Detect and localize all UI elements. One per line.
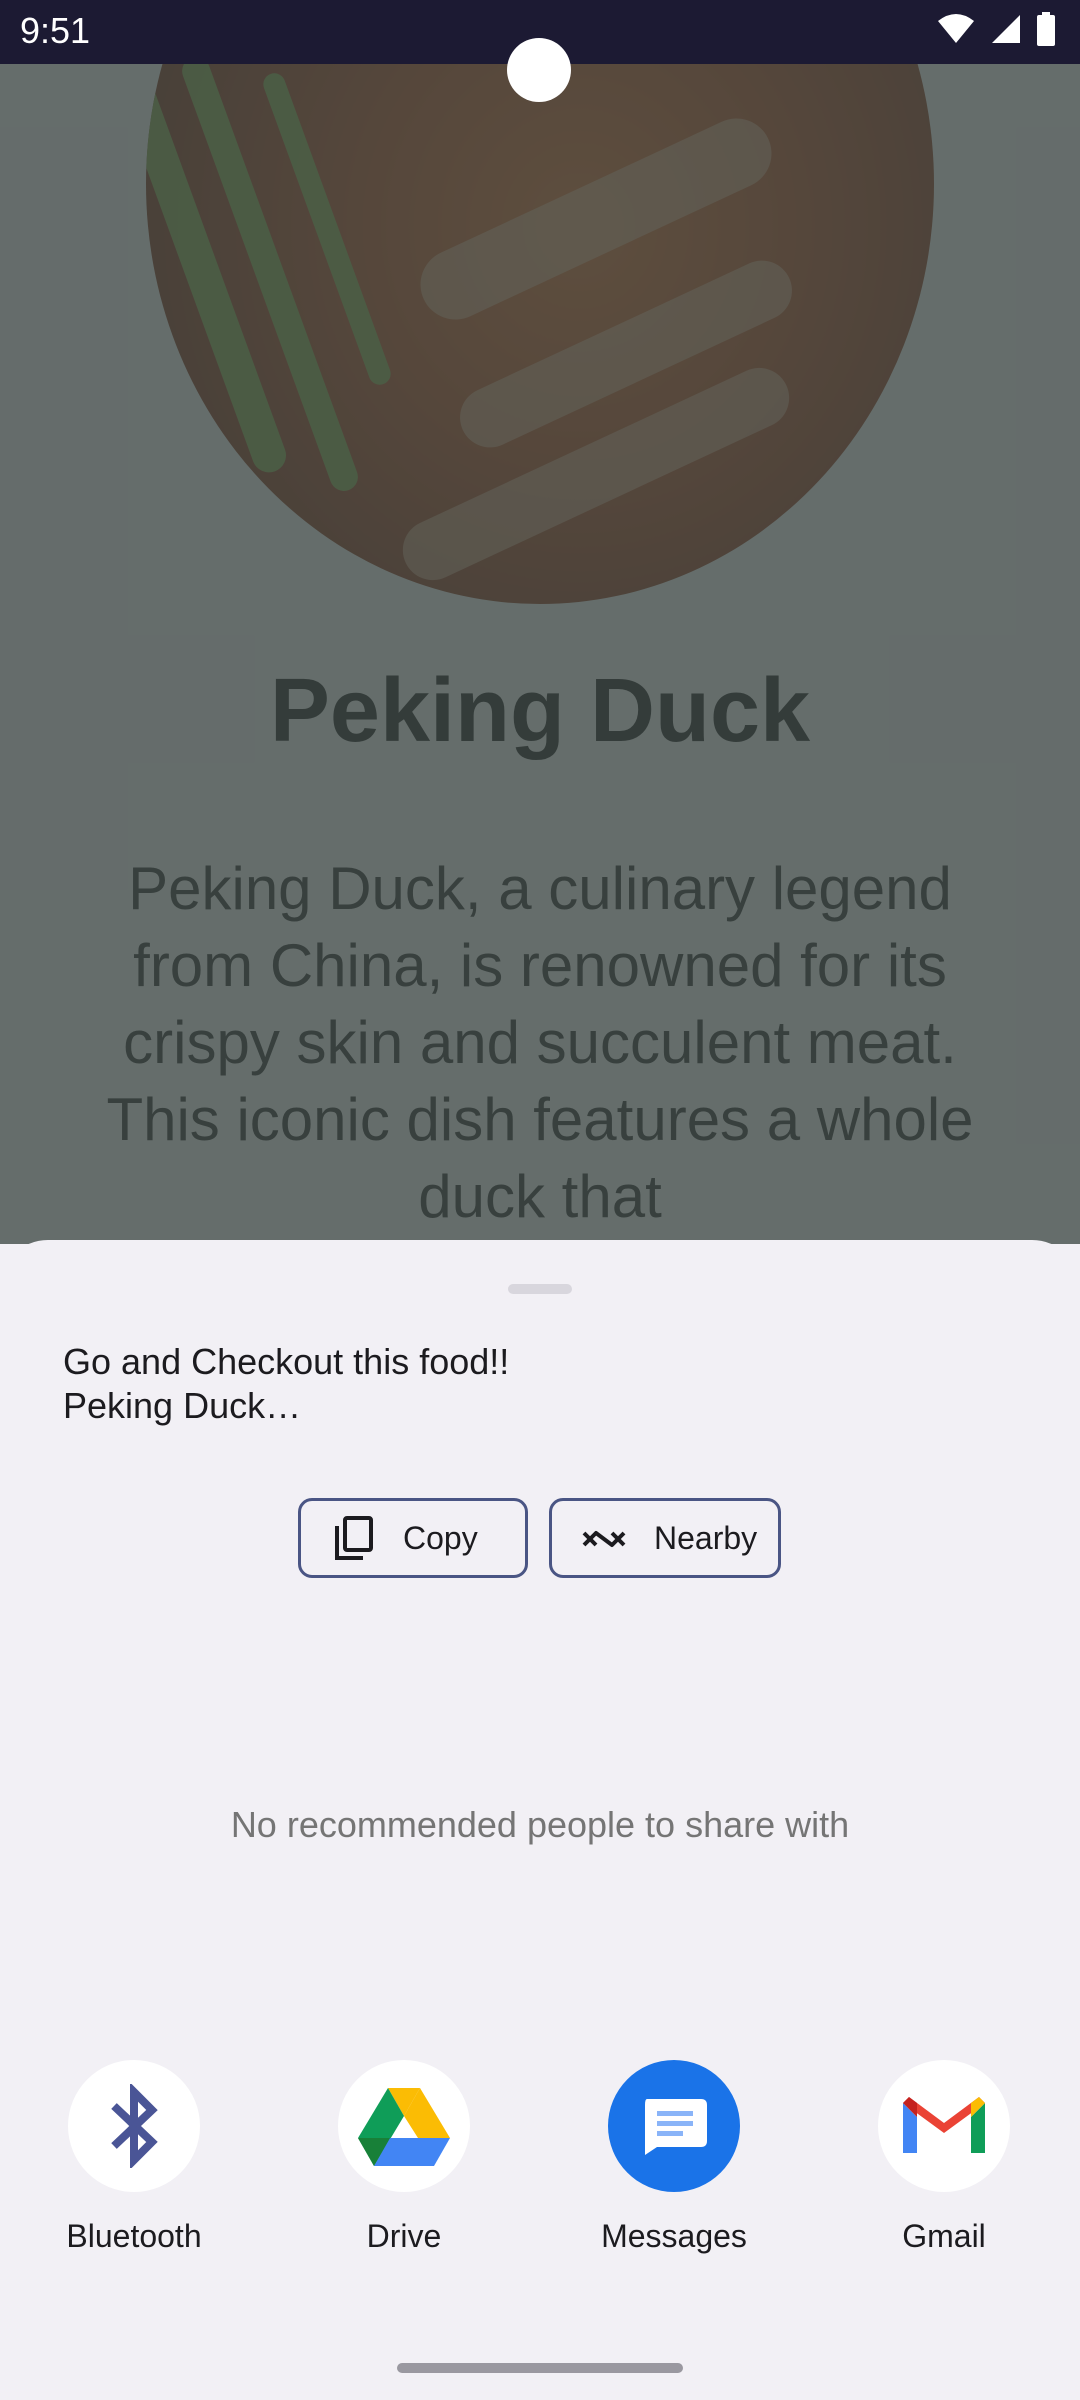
share-target-label: Messages: [601, 2218, 747, 2254]
share-target-label: Bluetooth: [66, 2218, 202, 2254]
nearby-share-icon: [582, 1516, 626, 1560]
cell-signal-icon: [992, 15, 1020, 43]
food-image: [146, 64, 934, 604]
messages-icon: [608, 2060, 740, 2192]
status-icons: [936, 12, 1056, 46]
share-target-messages[interactable]: Messages: [574, 2060, 774, 2255]
copy-button[interactable]: Copy: [298, 1498, 528, 1578]
no-recommended-people-message: No recommended people to share with: [230, 1804, 850, 1845]
status-time: 9:51: [20, 10, 91, 51]
share-sheet: Go and Checkout this food!! Peking Duck……: [0, 1240, 1080, 2400]
nearby-button[interactable]: Nearby: [549, 1498, 781, 1578]
share-target-drive[interactable]: Drive: [304, 2060, 504, 2255]
share-target-label: Drive: [366, 2218, 442, 2254]
bluetooth-icon: [68, 2060, 200, 2192]
camera-cutout: [507, 38, 571, 102]
share-target-label: Gmail: [902, 2218, 986, 2254]
food-description: Peking Duck, a culinary legend from Chin…: [106, 855, 974, 1230]
share-target-bluetooth[interactable]: Bluetooth: [34, 2060, 234, 2255]
food-title: Peking Duck: [269, 661, 811, 761]
gesture-nav-handle[interactable]: [397, 2363, 683, 2373]
wifi-icon: [938, 14, 974, 43]
battery-icon: [1037, 12, 1055, 46]
background-app: Peking Duck Peking Duck, a culinary lege…: [0, 64, 1080, 1244]
copy-icon: [331, 1516, 375, 1560]
share-target-gmail[interactable]: Gmail: [844, 2060, 1044, 2255]
gmail-icon: [878, 2060, 1010, 2192]
copy-button-label: Copy: [403, 1519, 478, 1556]
google-drive-icon: [338, 2060, 470, 2192]
shared-text-preview: Go and Checkout this food!! Peking Duck…: [63, 1341, 510, 1426]
nearby-button-label: Nearby: [654, 1519, 758, 1556]
drag-handle[interactable]: [508, 1284, 572, 1294]
